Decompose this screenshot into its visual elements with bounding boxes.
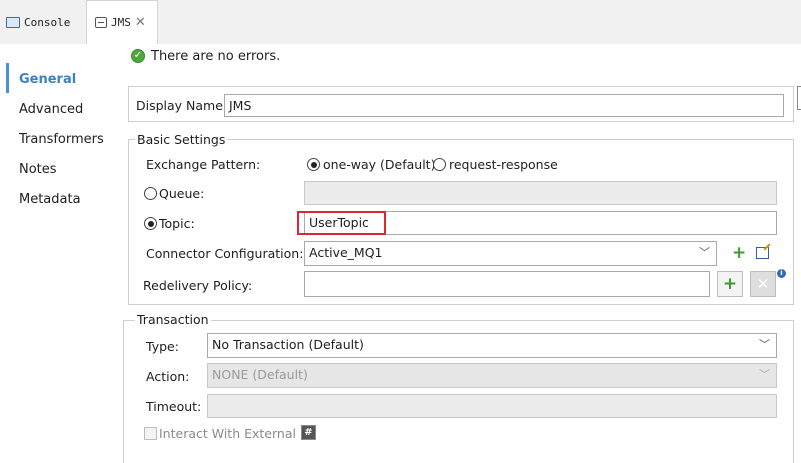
info-icon[interactable]: i bbox=[777, 269, 786, 278]
topic-label[interactable]: Topic: bbox=[159, 216, 195, 231]
tab-console[interactable]: Console bbox=[6, 0, 86, 44]
nav-item-transformers[interactable]: Transformers bbox=[19, 132, 104, 147]
delete-icon: ✕ bbox=[756, 274, 770, 293]
nav-item-advanced[interactable]: Advanced bbox=[19, 102, 83, 117]
transaction-timeout-label: Timeout: bbox=[146, 399, 202, 414]
connector-config-select[interactable]: Active_MQ1 ﹀ bbox=[304, 241, 717, 266]
queue-label[interactable]: Queue: bbox=[159, 186, 204, 201]
display-name-field[interactable]: JMS bbox=[224, 94, 784, 117]
connector-config-value: Active_MQ1 bbox=[309, 245, 383, 260]
delete-redelivery-button[interactable]: ✕ bbox=[750, 271, 776, 297]
nav-item-metadata[interactable]: Metadata bbox=[19, 192, 81, 207]
interact-external-label: Interact With External bbox=[159, 426, 296, 441]
transaction-type-label: Type: bbox=[146, 339, 179, 354]
basic-settings-title: Basic Settings bbox=[135, 132, 228, 147]
chevron-down-icon: ﹀ bbox=[759, 368, 770, 381]
interact-external-checkbox[interactable] bbox=[144, 427, 157, 440]
exchange-pattern-label: Exchange Pattern: bbox=[146, 157, 261, 172]
hash-icon[interactable]: # bbox=[301, 425, 316, 440]
chevron-down-icon: ﹀ bbox=[759, 338, 770, 351]
transaction-timeout-field[interactable] bbox=[207, 394, 777, 418]
status-message: There are no errors. bbox=[151, 49, 281, 64]
queue-radio[interactable] bbox=[144, 187, 157, 200]
redelivery-policy-label: Redelivery Policy: bbox=[143, 278, 253, 293]
editor-tab-bar: Console JMS ✕ bbox=[0, 0, 801, 44]
plus-icon: + bbox=[722, 273, 738, 294]
transaction-title: Transaction bbox=[135, 312, 211, 327]
redelivery-policy-field[interactable] bbox=[304, 271, 710, 297]
nav-active-indicator bbox=[6, 63, 9, 93]
display-name-label: Display Name: bbox=[136, 98, 228, 113]
chevron-down-icon: ﹀ bbox=[699, 246, 710, 259]
one-way-radio[interactable] bbox=[307, 158, 320, 171]
topic-radio[interactable] bbox=[144, 217, 157, 230]
jms-icon bbox=[95, 17, 107, 28]
tab-jms-label: JMS bbox=[111, 16, 131, 29]
transaction-type-value: No Transaction (Default) bbox=[212, 337, 364, 352]
request-response-radio[interactable] bbox=[433, 158, 446, 171]
add-redelivery-button[interactable]: + bbox=[717, 271, 743, 297]
close-icon[interactable]: ✕ bbox=[135, 15, 146, 30]
tab-jms[interactable]: JMS ✕ bbox=[86, 0, 158, 44]
connector-config-label: Connector Configuration: bbox=[146, 246, 304, 261]
edit-connector-icon[interactable] bbox=[756, 247, 769, 259]
tab-console-label: Console bbox=[24, 15, 71, 29]
one-way-label[interactable]: one-way (Default) bbox=[323, 157, 435, 172]
check-icon: ✓ bbox=[131, 49, 145, 63]
queue-field[interactable] bbox=[304, 181, 777, 205]
nav-item-general[interactable]: General bbox=[19, 72, 76, 87]
transaction-type-select[interactable]: No Transaction (Default) ﹀ bbox=[207, 333, 777, 358]
transaction-action-select[interactable]: NONE (Default) ﹀ bbox=[207, 363, 777, 388]
console-icon bbox=[6, 16, 20, 28]
panel-edge bbox=[797, 86, 801, 110]
add-connector-icon[interactable]: + bbox=[732, 245, 746, 262]
transaction-action-value: NONE (Default) bbox=[212, 367, 308, 382]
nav-item-notes[interactable]: Notes bbox=[19, 162, 57, 177]
request-response-label[interactable]: request-response bbox=[449, 157, 558, 172]
topic-highlight bbox=[297, 211, 386, 235]
transaction-action-label: Action: bbox=[146, 369, 190, 384]
